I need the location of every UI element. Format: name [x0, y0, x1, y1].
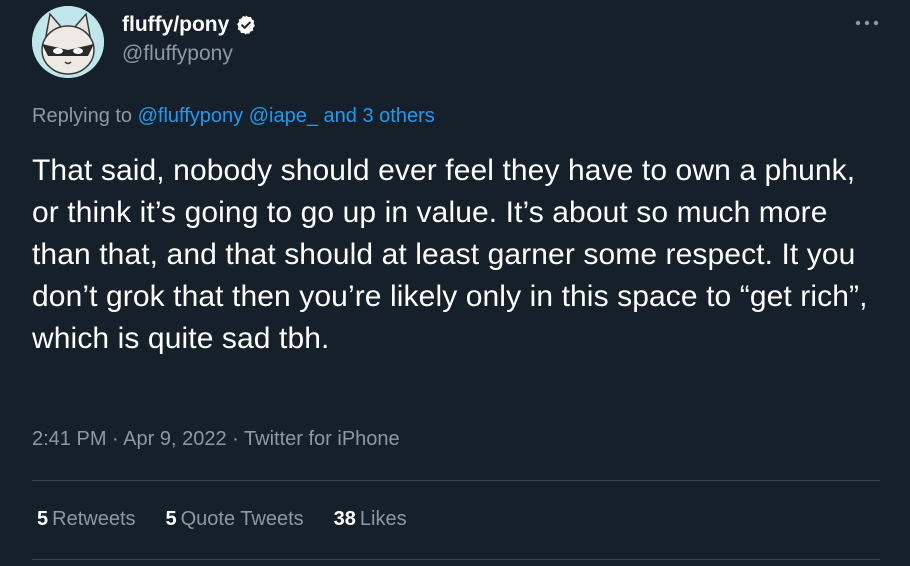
- cat-avatar-icon: [32, 6, 104, 78]
- mention-link-1[interactable]: @fluffypony: [138, 105, 244, 127]
- replying-to-line: Replying to @fluffypony @iape_ and 3 oth…: [32, 105, 435, 128]
- likes-stat[interactable]: 38 Likes: [334, 508, 407, 531]
- engagement-stats: 5 Retweets 5 Quote Tweets 38 Likes: [37, 508, 437, 531]
- likes-label: Likes: [359, 508, 407, 530]
- author-block[interactable]: fluffy/pony @fluffypony: [122, 10, 257, 66]
- retweets-label: Retweets: [52, 508, 136, 530]
- others-link[interactable]: and 3 others: [324, 105, 435, 127]
- tweet-source[interactable]: Twitter for iPhone: [244, 428, 400, 450]
- handle[interactable]: @fluffypony: [122, 42, 257, 66]
- name-row: fluffy/pony: [122, 10, 257, 40]
- more-options-icon[interactable]: [854, 10, 880, 36]
- tweet-card: fluffy/pony @fluffypony Replying to @flu…: [0, 0, 910, 566]
- display-name[interactable]: fluffy/pony: [122, 13, 229, 37]
- retweets-stat[interactable]: 5 Retweets: [37, 508, 136, 531]
- tweet-text: That said, nobody should ever feel they …: [32, 154, 868, 355]
- divider: [32, 480, 880, 481]
- verified-badge-icon: [235, 14, 257, 36]
- tweet-meta: 2:41 PM · Apr 9, 2022 · Twitter for iPho…: [32, 428, 400, 451]
- meta-separator: ·: [112, 428, 119, 450]
- tweet-date[interactable]: Apr 9, 2022: [123, 428, 226, 450]
- replying-prefix: Replying to: [32, 105, 133, 127]
- meta-separator: ·: [232, 428, 239, 450]
- mention-link-2[interactable]: @iape_: [249, 105, 318, 127]
- divider: [32, 559, 880, 560]
- quote-tweets-label: Quote Tweets: [180, 508, 304, 530]
- tweet-time[interactable]: 2:41 PM: [32, 428, 106, 450]
- avatar[interactable]: [32, 6, 104, 78]
- quote-tweets-count: 5: [165, 508, 177, 530]
- retweets-count: 5: [37, 508, 49, 530]
- likes-count: 38: [333, 508, 356, 530]
- quote-tweets-stat[interactable]: 5 Quote Tweets: [166, 508, 304, 531]
